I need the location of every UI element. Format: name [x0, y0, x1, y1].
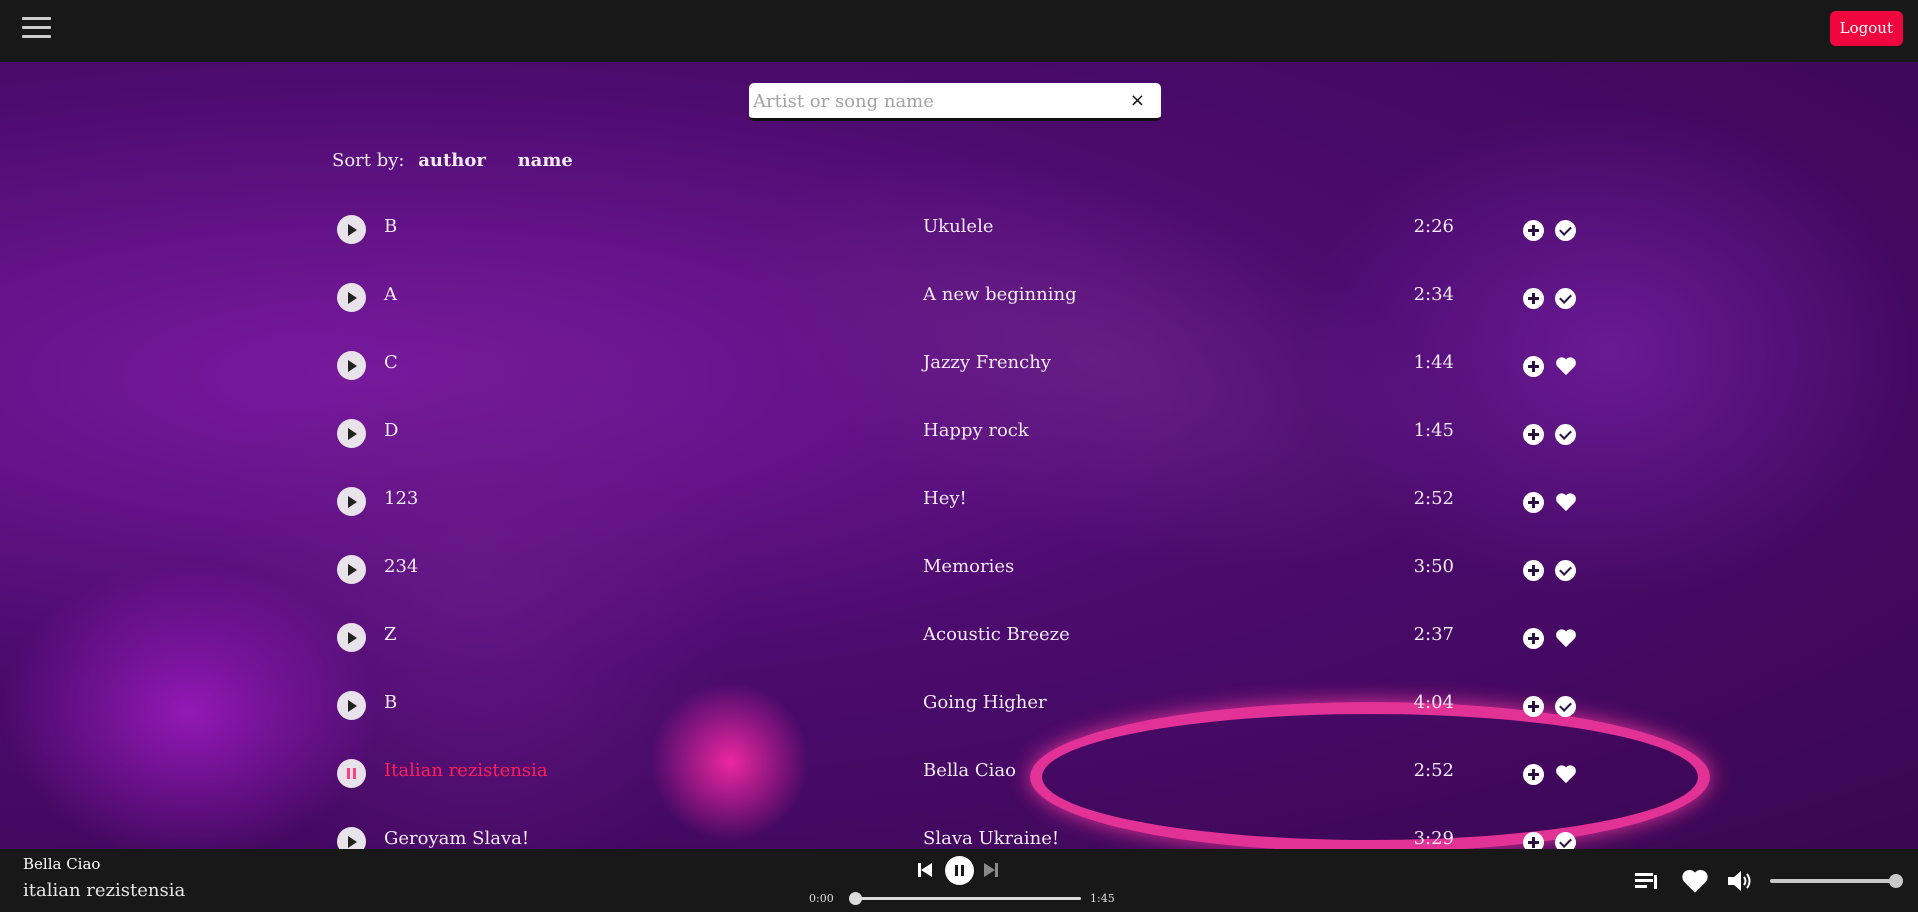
- now-playing-artist: italian rezistensia: [23, 880, 186, 901]
- song-author: 123: [384, 488, 419, 509]
- song-title: Acoustic Breeze: [923, 624, 1070, 645]
- song-duration: 4:04: [1413, 692, 1454, 713]
- search-input[interactable]: [753, 87, 1113, 115]
- play-song-icon[interactable]: [337, 623, 366, 652]
- pause-song-icon[interactable]: [337, 759, 366, 788]
- total-time: 1:45: [1090, 892, 1115, 905]
- hamburger-menu-icon[interactable]: [22, 17, 51, 39]
- song-duration: 2:37: [1413, 624, 1454, 645]
- song-title: A new beginning: [923, 284, 1077, 305]
- sort-by-author[interactable]: author: [418, 150, 486, 171]
- song-author: Geroyam Slava!: [384, 828, 530, 849]
- song-author: D: [384, 420, 399, 441]
- now-playing-title: Bella Ciao: [23, 855, 101, 873]
- song-duration: 3:50: [1413, 556, 1454, 577]
- sort-by-name[interactable]: name: [518, 150, 573, 171]
- song-duration: 2:34: [1413, 284, 1454, 305]
- play-song-icon[interactable]: [337, 419, 366, 448]
- queue-icon[interactable]: [1635, 871, 1659, 891]
- added-check-icon[interactable]: [1555, 560, 1576, 581]
- song-author: Z: [384, 624, 397, 645]
- song-author: 234: [384, 556, 419, 577]
- add-to-playlist-icon[interactable]: [1523, 560, 1544, 581]
- liked-heart-icon[interactable]: [1555, 764, 1576, 785]
- liked-heart-icon[interactable]: [1555, 628, 1576, 649]
- added-check-icon[interactable]: [1555, 424, 1576, 445]
- added-check-icon[interactable]: [1555, 696, 1576, 717]
- previous-track-icon[interactable]: [917, 862, 933, 878]
- play-song-icon[interactable]: [337, 691, 366, 720]
- volume-icon[interactable]: [1726, 868, 1754, 894]
- favorites-heart-icon[interactable]: [1681, 868, 1709, 894]
- logout-button[interactable]: Logout: [1829, 11, 1903, 46]
- song-author: C: [384, 352, 398, 373]
- add-to-playlist-icon[interactable]: [1523, 696, 1544, 717]
- song-duration: 2:52: [1413, 488, 1454, 509]
- seek-slider[interactable]: [849, 892, 1081, 905]
- next-track-icon[interactable]: [983, 862, 999, 878]
- song-title: Happy rock: [923, 420, 1029, 441]
- song-row[interactable]: B Ukulele 2:26: [332, 196, 1582, 264]
- liked-heart-icon[interactable]: [1555, 356, 1576, 377]
- add-to-playlist-icon[interactable]: [1523, 356, 1544, 377]
- song-row[interactable]: 123 Hey! 2:52: [332, 468, 1582, 536]
- add-to-playlist-icon[interactable]: [1523, 220, 1544, 241]
- add-to-playlist-icon[interactable]: [1523, 424, 1544, 445]
- current-time: 0:00: [809, 892, 834, 905]
- volume-knob[interactable]: [1889, 874, 1903, 888]
- song-duration: 2:52: [1413, 760, 1454, 781]
- add-to-playlist-icon[interactable]: [1523, 288, 1544, 309]
- added-check-icon[interactable]: [1555, 288, 1576, 309]
- song-author: B: [384, 692, 398, 713]
- top-bar: Logout: [0, 0, 1918, 62]
- song-duration: 2:26: [1413, 216, 1454, 237]
- search-box: ×: [749, 83, 1161, 121]
- sort-controls: Sort by: author name: [332, 150, 599, 171]
- song-title: Bella Ciao: [923, 760, 1016, 781]
- song-row[interactable]: C Jazzy Frenchy 1:44: [332, 332, 1582, 400]
- song-author: B: [384, 216, 398, 237]
- song-title: Going Higher: [923, 692, 1047, 713]
- song-title: Ukulele: [923, 216, 994, 237]
- volume-slider[interactable]: [1770, 874, 1903, 888]
- play-song-icon[interactable]: [337, 283, 366, 312]
- song-title: Slava Ukraine!: [923, 828, 1060, 849]
- player-bar: Bella Ciao italian rezistensia 0:00 1:45: [0, 849, 1918, 912]
- song-row[interactable]: 234 Memories 3:50: [332, 536, 1582, 604]
- song-row[interactable]: Italian rezistensia Bella Ciao 2:52: [332, 740, 1582, 808]
- play-song-icon[interactable]: [337, 555, 366, 584]
- song-row[interactable]: A A new beginning 2:34: [332, 264, 1582, 332]
- play-song-icon[interactable]: [337, 487, 366, 516]
- pause-button[interactable]: [945, 856, 974, 885]
- song-row[interactable]: D Happy rock 1:45: [332, 400, 1582, 468]
- song-title: Memories: [923, 556, 1015, 577]
- song-row[interactable]: Z Acoustic Breeze 2:37: [332, 604, 1582, 672]
- added-check-icon[interactable]: [1555, 220, 1576, 241]
- seek-knob[interactable]: [849, 892, 862, 905]
- song-duration: 1:45: [1413, 420, 1454, 441]
- liked-heart-icon[interactable]: [1555, 492, 1576, 513]
- song-duration: 1:44: [1413, 352, 1454, 373]
- song-author: A: [384, 284, 397, 305]
- song-author: Italian rezistensia: [384, 760, 548, 781]
- song-title: Jazzy Frenchy: [923, 352, 1051, 373]
- add-to-playlist-icon[interactable]: [1523, 492, 1544, 513]
- song-duration: 3:29: [1413, 828, 1454, 849]
- song-row[interactable]: B Going Higher 4:04: [332, 672, 1582, 740]
- sort-label: Sort by:: [332, 150, 405, 171]
- add-to-playlist-icon[interactable]: [1523, 764, 1544, 785]
- clear-search-icon[interactable]: ×: [1130, 90, 1145, 111]
- song-title: Hey!: [923, 488, 967, 509]
- add-to-playlist-icon[interactable]: [1523, 628, 1544, 649]
- play-song-icon[interactable]: [337, 215, 366, 244]
- play-song-icon[interactable]: [337, 351, 366, 380]
